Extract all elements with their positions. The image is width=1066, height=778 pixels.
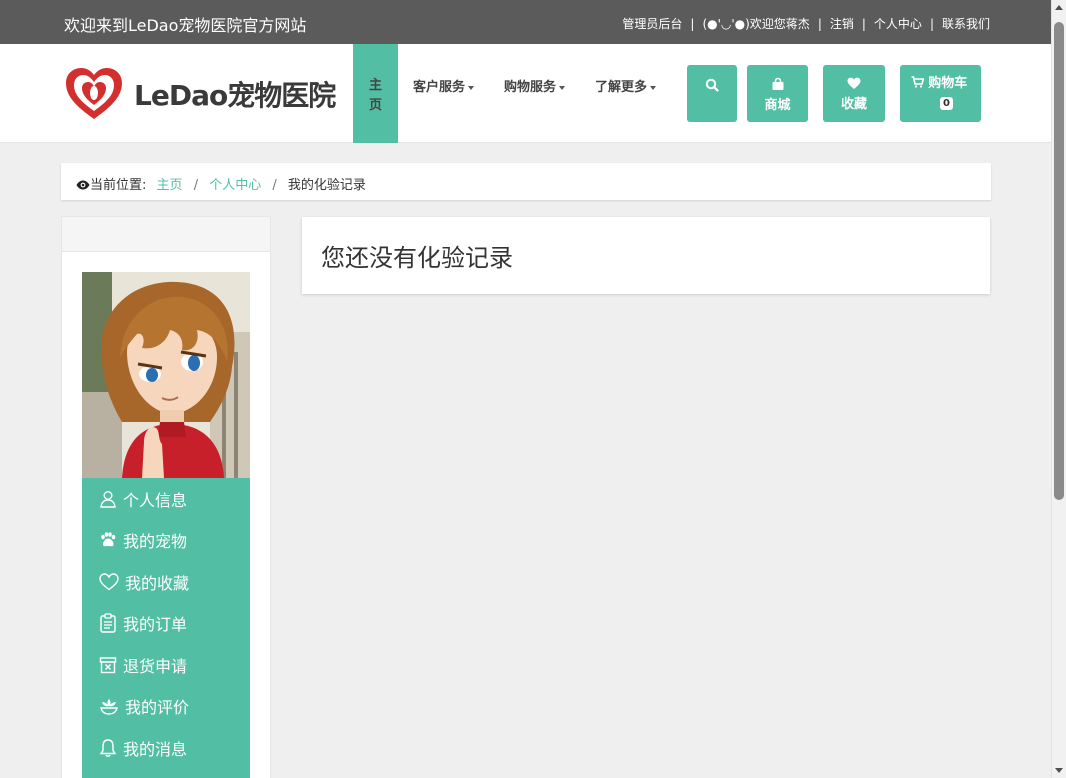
- shop-label: 商城: [764, 98, 791, 113]
- empty-state-message: 您还没有化验记录: [321, 244, 513, 272]
- top-bar: 欢迎来到LeDao宠物医院官方网站 管理员后台 | (●'◡'●)欢迎您蒋杰 |…: [0, 0, 1051, 44]
- breadcrumb-separator: /: [272, 178, 277, 193]
- caret-down-icon: [650, 85, 657, 90]
- sidebar-item-returns[interactable]: 退货申请: [82, 644, 250, 686]
- breadcrumb-separator: /: [193, 178, 199, 193]
- admin-link[interactable]: 管理员后台: [622, 15, 682, 32]
- breadcrumb-current: 我的化验记录: [287, 178, 366, 193]
- return-box-icon: [99, 657, 117, 673]
- main-nav: 主页 客户服务 购物服务 了解更多: [353, 44, 671, 143]
- shop-button[interactable]: 商城: [747, 65, 808, 122]
- caret-down-icon: [468, 85, 475, 90]
- sidebar-item-profile[interactable]: 个人信息: [82, 478, 250, 520]
- separator: |: [861, 16, 866, 31]
- eye-icon: [76, 180, 90, 190]
- sidebar-menu: 个人信息 我的宠物 我的收藏 我的订单 退货申请 我的评价 我的消息: [82, 478, 250, 778]
- sidebar-item-favorites[interactable]: 我的收藏: [82, 561, 250, 603]
- scrollbar-thumb[interactable]: [1054, 22, 1064, 500]
- nav-home-label: 主页: [368, 78, 382, 113]
- sidebar-item-messages[interactable]: 我的消息: [82, 727, 250, 769]
- logo[interactable]: LeDao宠物医院: [64, 67, 336, 121]
- personal-center-link[interactable]: 个人中心: [874, 15, 922, 32]
- sidebar-item-label: 我的订单: [123, 615, 188, 635]
- separator: |: [929, 16, 934, 31]
- shopping-bag-icon: [772, 77, 783, 90]
- user-greeting-link[interactable]: (●'◡'●)欢迎您蒋杰: [702, 15, 809, 32]
- separator: |: [690, 16, 695, 31]
- caret-down-icon: [559, 85, 566, 90]
- cart-label: 购物车: [928, 76, 968, 91]
- user-icon: [100, 490, 116, 508]
- avatar: [82, 272, 250, 478]
- heart-icon: [847, 77, 861, 89]
- nav-label: 购物服务: [504, 80, 557, 95]
- sidebar-item-orders[interactable]: 我的订单: [82, 603, 250, 645]
- search-button[interactable]: [687, 65, 737, 122]
- heart-logo-icon: [66, 68, 122, 119]
- nav-label: 了解更多: [595, 80, 648, 95]
- sidebar-header: [62, 217, 270, 252]
- sidebar-item-label: 个人信息: [123, 490, 188, 510]
- cart-count-badge: 0: [940, 97, 953, 110]
- breadcrumb: 当前位置: 主页 / 个人中心 / 我的化验记录: [61, 163, 991, 200]
- sidebar-item-label: 我的消息: [123, 739, 188, 759]
- nav-customer-service[interactable]: 客户服务: [398, 44, 489, 143]
- sidebar-item-pets[interactable]: 我的宠物: [82, 520, 250, 562]
- heart-icon: [99, 573, 119, 591]
- logo-text: LeDao宠物医院: [134, 79, 336, 112]
- cart-icon: [911, 76, 925, 88]
- contact-link[interactable]: 联系我们: [942, 15, 990, 32]
- sidebar: 个人信息 我的宠物 我的收藏 我的订单 退货申请 我的评价 我的消息: [61, 216, 271, 778]
- sidebar-item-label: 退货申请: [123, 656, 188, 676]
- logout-link[interactable]: 注销: [830, 15, 854, 32]
- cart-button[interactable]: 购物车 0: [900, 65, 981, 122]
- breadcrumb-center-link[interactable]: 个人中心: [209, 178, 261, 193]
- header: LeDao宠物医院 主页 客户服务 购物服务 了解更多 商城 收藏 购物车 0: [0, 44, 1051, 143]
- nav-shopping-service[interactable]: 购物服务: [489, 44, 580, 143]
- favorites-button[interactable]: 收藏: [823, 65, 885, 122]
- sidebar-item-label: 我的收藏: [125, 573, 190, 593]
- sidebar-item-label: 我的宠物: [123, 532, 188, 552]
- breadcrumb-prefix: 当前位置:: [90, 178, 147, 193]
- nav-home[interactable]: 主页: [353, 44, 398, 143]
- paw-icon: [101, 532, 116, 547]
- search-icon: [705, 78, 719, 92]
- vertical-scrollbar[interactable]: [1051, 0, 1066, 778]
- favorites-label: 收藏: [840, 97, 867, 112]
- nav-learn-more[interactable]: 了解更多: [580, 44, 671, 143]
- bell-icon: [99, 739, 117, 757]
- nav-label: 客户服务: [413, 80, 466, 95]
- scroll-down-icon[interactable]: [1055, 768, 1063, 773]
- sidebar-item-reviews[interactable]: 我的评价: [82, 686, 250, 728]
- flower-icon: [100, 699, 118, 715]
- sidebar-item-label: 我的评价: [125, 698, 190, 718]
- avatar-image: [82, 272, 250, 478]
- breadcrumb-home-link[interactable]: 主页: [157, 178, 183, 193]
- welcome-text: 欢迎来到LeDao宠物医院官方网站: [64, 16, 307, 35]
- clipboard-icon: [100, 613, 116, 633]
- scroll-up-icon[interactable]: [1055, 5, 1063, 10]
- top-links: 管理员后台 | (●'◡'●)欢迎您蒋杰 | 注销 | 个人中心 | 联系我们: [622, 15, 990, 32]
- separator: |: [817, 16, 822, 31]
- content-panel: 您还没有化验记录: [302, 217, 990, 294]
